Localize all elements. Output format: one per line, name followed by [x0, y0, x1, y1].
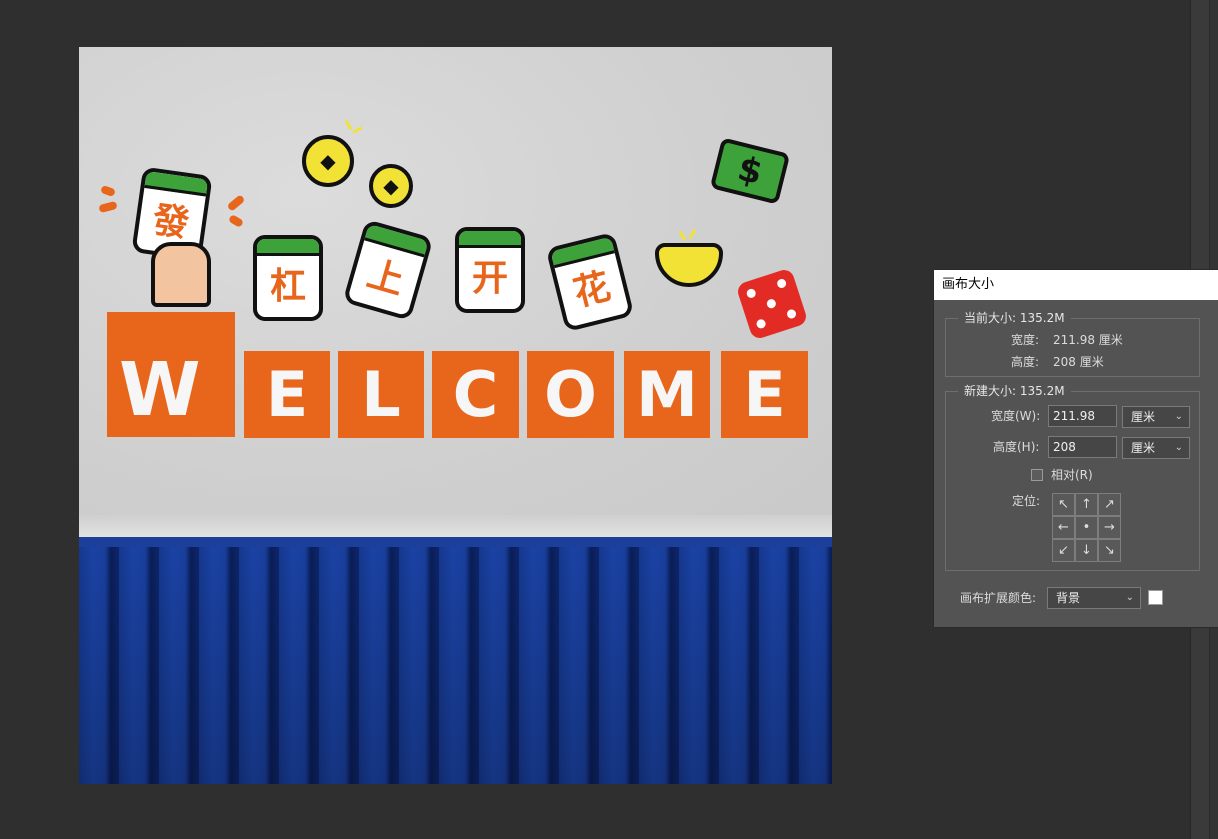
height-unit-select[interactable]: 厘米 ⌄	[1122, 437, 1190, 459]
wall-baseboard	[79, 515, 832, 537]
anchor-right[interactable]: →	[1098, 516, 1121, 539]
current-size-title: 当前大小: 135.2M	[958, 310, 1071, 326]
blue-wall-shade	[79, 547, 832, 784]
anchor-label: 定位:	[1012, 494, 1041, 508]
current-height-value: 208 厘米	[1053, 355, 1104, 369]
dice-pip	[785, 308, 798, 320]
hand-icon	[151, 242, 211, 307]
relative-checkbox[interactable]	[1031, 469, 1043, 481]
welcome-letter: O	[544, 358, 597, 431]
anchor-top-right[interactable]: ↗	[1098, 493, 1121, 516]
anchor-bottom-right[interactable]: ↘	[1098, 539, 1121, 562]
mahjong-character: 杠	[269, 266, 306, 307]
anchor-bottom[interactable]: ↓	[1075, 539, 1098, 562]
width-unit-value: 厘米	[1131, 410, 1156, 424]
gold-coin: ◆	[369, 164, 413, 208]
current-height-label: 高度:	[1011, 355, 1040, 369]
welcome-letter: E	[743, 358, 786, 431]
mahjong-tile: 杠	[253, 235, 323, 321]
anchor-center[interactable]: •	[1075, 516, 1098, 539]
anchor-grid: ↖ ↑ ↗ ← • → ↙ ↓ ↘	[1052, 493, 1122, 563]
welcome-tile: L	[338, 351, 424, 438]
relative-label[interactable]: 相对(R)	[1051, 467, 1093, 483]
blue-wall-top-trim	[79, 537, 832, 547]
mahjong-character: 开	[471, 258, 508, 299]
welcome-tile: O	[527, 351, 614, 438]
dollar-sign: $	[733, 148, 767, 194]
welcome-tile: E	[721, 351, 808, 438]
dice-pip	[745, 287, 757, 300]
width-input[interactable]: 211.98	[1048, 405, 1117, 427]
anchor-left[interactable]: ←	[1052, 516, 1075, 539]
welcome-letter: C	[452, 358, 499, 431]
new-size-title: 新建大小: 135.2M	[958, 383, 1071, 399]
gold-coin: ◆	[302, 135, 354, 187]
coin-mark-icon: ◆	[383, 174, 399, 198]
extension-color-label: 画布扩展颜色:	[960, 591, 1037, 605]
new-width-label: 宽度(W):	[991, 409, 1041, 423]
dice-pip	[755, 318, 767, 330]
extension-color-value: 背景	[1056, 591, 1081, 605]
current-width-label: 宽度:	[1011, 333, 1040, 347]
welcome-letter: W	[119, 347, 201, 433]
welcome-letter: M	[636, 358, 698, 431]
anchor-top[interactable]: ↑	[1075, 493, 1098, 516]
dialog-title[interactable]: 画布大小	[934, 270, 1218, 300]
dice-pip	[775, 277, 788, 290]
extension-color-swatch[interactable]	[1148, 590, 1163, 605]
chevron-down-icon: ⌄	[1174, 411, 1183, 422]
mahjong-tile: 开	[455, 227, 525, 313]
new-height-label: 高度(H):	[993, 440, 1040, 454]
welcome-tile: M	[624, 351, 710, 438]
welcome-letter: E	[265, 358, 309, 431]
extension-color-select[interactable]: 背景 ⌄	[1047, 587, 1141, 609]
coin-mark-icon: ◆	[320, 149, 336, 173]
chevron-down-icon: ⌄	[1174, 442, 1183, 453]
anchor-bottom-left[interactable]: ↙	[1052, 539, 1075, 562]
mahjong-character: 發	[150, 199, 192, 246]
document-canvas[interactable]: ◆ ◆ $ 發 杠 上 开 花 W E L C O M E	[79, 47, 832, 784]
height-input[interactable]: 208	[1048, 436, 1117, 458]
chevron-down-icon: ⌄	[1125, 592, 1134, 603]
height-unit-value: 厘米	[1131, 441, 1156, 455]
welcome-letter: L	[361, 358, 401, 431]
current-width-value: 211.98 厘米	[1053, 333, 1123, 347]
anchor-top-left[interactable]: ↖	[1052, 493, 1075, 516]
welcome-tile: E	[244, 351, 330, 438]
dice-pip	[765, 298, 778, 310]
width-unit-select[interactable]: 厘米 ⌄	[1122, 406, 1190, 428]
welcome-tile: C	[432, 351, 519, 438]
canvas-size-dialog: 画布大小 当前大小: 135.2M 宽度: 211.98 厘米 高度: 208 …	[934, 270, 1218, 627]
